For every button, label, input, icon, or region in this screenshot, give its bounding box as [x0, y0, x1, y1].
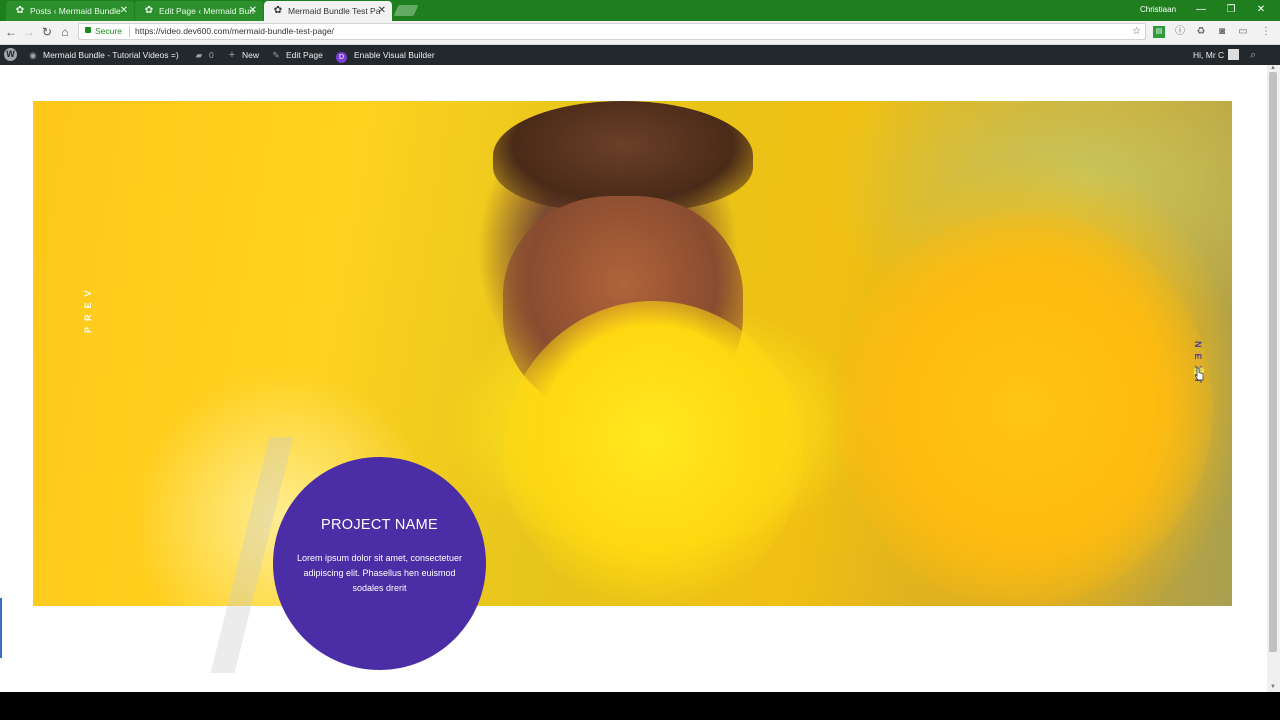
comments-link[interactable]: ▰ 0 — [193, 45, 214, 65]
edit-page-link[interactable]: ✎ Edit Page — [270, 45, 323, 65]
slider-hero-image: PREV NEXT — [33, 101, 1232, 606]
menu-dots-icon[interactable]: ⋮ — [1260, 26, 1272, 38]
page-content: PREV NEXT PROJECT NAME Lorem ipsum dolor… — [0, 65, 1267, 692]
close-tab-icon[interactable]: ✕ — [249, 1, 257, 21]
close-tab-icon[interactable]: ✕ — [378, 1, 386, 21]
scroll-down-arrow-icon[interactable]: ▼ — [1269, 684, 1277, 690]
slider-next-button[interactable]: NEXT — [1191, 341, 1203, 391]
home-button[interactable]: ⌂ — [56, 23, 74, 41]
info-icon[interactable]: ⓘ — [1174, 26, 1186, 38]
minimize-button[interactable]: — — [1186, 0, 1216, 20]
divider — [129, 26, 130, 37]
tab-label: Edit Page ‹ Mermaid Bun — [159, 6, 254, 16]
edit-page-label: Edit Page — [286, 50, 323, 60]
profile-name[interactable]: Christiaan — [1140, 0, 1176, 21]
account-menu[interactable]: Hi, Mr C — [1193, 45, 1240, 65]
site-favicon-icon: ✿ — [273, 5, 283, 16]
recycle-icon[interactable]: ♻ — [1195, 26, 1207, 38]
site-favicon-icon: ✿ — [144, 5, 154, 16]
lock-icon — [85, 27, 91, 33]
camera-icon[interactable]: ◙ — [1216, 26, 1228, 38]
project-description: Lorem ipsum dolor sit amet, consectetuer… — [296, 553, 463, 593]
enable-visual-builder-link[interactable]: D Enable Visual Builder — [336, 45, 435, 65]
site-favicon-icon: ✿ — [15, 5, 25, 16]
tab-posts[interactable]: ✿ Posts ‹ Mermaid Bundle ✕ — [6, 1, 134, 21]
hero-smoke-right — [833, 211, 1213, 606]
search-icon[interactable]: ⌕ — [1250, 45, 1256, 65]
site-name: Mermaid Bundle - Tutorial Videos =) — [43, 50, 179, 60]
tab-test-page[interactable]: ✿ Mermaid Bundle Test Pa ✕ — [264, 1, 392, 21]
comment-icon: ▰ — [195, 50, 203, 60]
hero-smoke-center — [503, 301, 803, 606]
security-label: Secure — [95, 26, 122, 36]
left-edge-marker — [0, 598, 2, 658]
address-bar[interactable]: Secure https://video.dev600.com/mermaid-… — [78, 23, 1146, 40]
hand-cursor-icon — [1194, 367, 1204, 381]
close-window-button[interactable]: ✕ — [1246, 0, 1276, 20]
wordpress-logo-icon[interactable]: W — [4, 48, 17, 61]
close-tab-icon[interactable]: ✕ — [120, 1, 128, 21]
visual-builder-label: Enable Visual Builder — [354, 50, 435, 60]
maximize-button[interactable]: ❐ — [1216, 0, 1246, 20]
tab-label: Posts ‹ Mermaid Bundle — [30, 6, 121, 16]
forward-button[interactable]: → — [20, 23, 38, 41]
bookmark-star-icon[interactable]: ☆ — [1132, 24, 1141, 39]
comments-count: 0 — [209, 50, 214, 60]
back-button[interactable]: ← — [2, 23, 20, 41]
tab-edit-page[interactable]: ✿ Edit Page ‹ Mermaid Bun ✕ — [135, 1, 263, 21]
hero-hair — [493, 101, 753, 211]
project-title: PROJECT NAME — [321, 517, 438, 533]
url-text[interactable]: https://video.dev600.com/mermaid-bundle-… — [135, 24, 334, 39]
site-name-link[interactable]: ◉ Mermaid Bundle - Tutorial Videos =) — [27, 45, 179, 65]
new-link[interactable]: + New — [226, 45, 259, 65]
new-label: New — [242, 50, 260, 60]
tab-label: Mermaid Bundle Test Pa — [288, 6, 381, 16]
slider-prev-button[interactable]: PREV — [83, 273, 95, 333]
plus-icon: + — [228, 49, 236, 61]
greeting: Hi, Mr C — [1193, 50, 1225, 60]
reload-button[interactable]: ↻ — [38, 23, 56, 41]
wp-admin-bar: W ◉ Mermaid Bundle - Tutorial Videos =) ▰… — [0, 45, 1280, 65]
cast-icon[interactable]: ▭ — [1237, 26, 1249, 38]
dashboard-icon: ◉ — [29, 50, 37, 60]
divi-logo-icon: D — [336, 52, 347, 63]
scroll-up-arrow-icon[interactable]: ▲ — [1269, 65, 1277, 71]
bottom-letterbox — [0, 692, 1280, 720]
project-circle-card: PROJECT NAME Lorem ipsum dolor sit amet,… — [273, 457, 486, 670]
sheet-icon[interactable]: ▤ — [1153, 26, 1165, 38]
pencil-icon: ✎ — [272, 50, 280, 60]
scrollbar-thumb[interactable] — [1269, 72, 1277, 652]
avatar — [1228, 49, 1240, 60]
